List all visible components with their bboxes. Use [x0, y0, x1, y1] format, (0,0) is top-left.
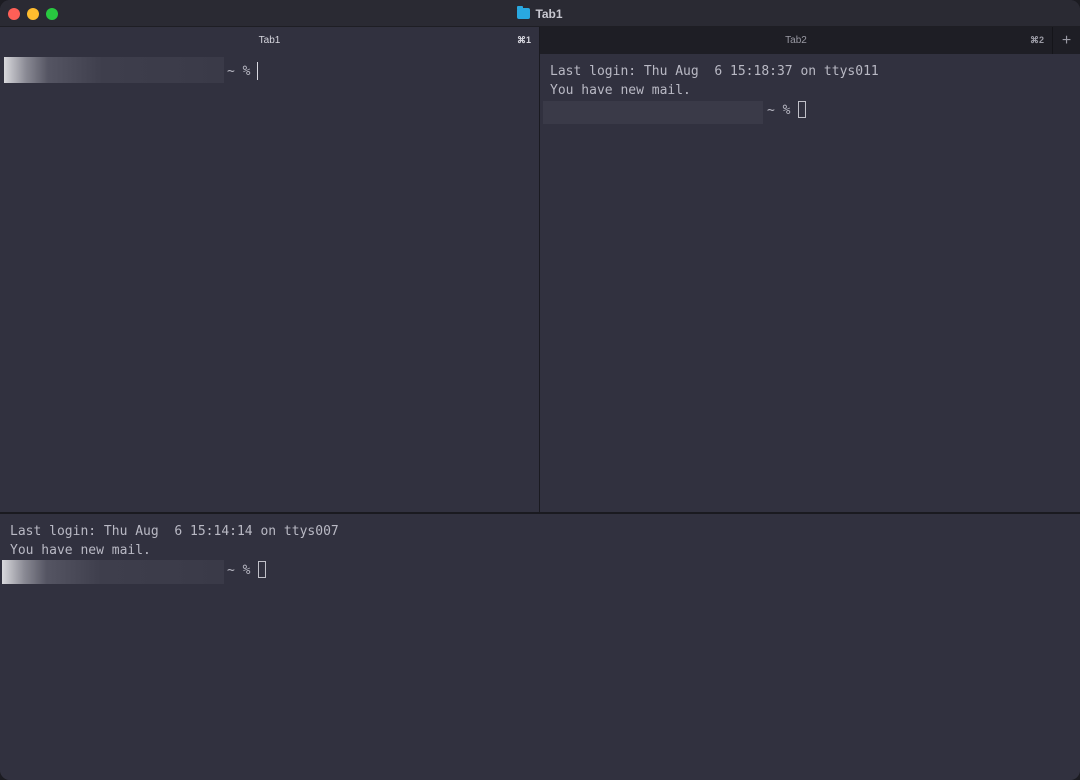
- output-line: Last login: Thu Aug 6 15:18:37 on ttys01…: [550, 64, 879, 79]
- output-line: Last login: Thu Aug 6 15:14:14 on ttys00…: [10, 524, 339, 539]
- terminal-window: Tab1 Tab1 ⌘1 Tab2 ⌘2 + ~ % Last login: T…: [0, 0, 1080, 780]
- redacted-username: [4, 57, 224, 83]
- output-line: You have new mail.: [550, 83, 691, 98]
- tab-2[interactable]: Tab2 ⌘2: [539, 27, 1052, 54]
- redacted-username: [543, 101, 763, 124]
- text-cursor: [257, 62, 258, 80]
- tab-2-shortcut: ⌘2: [1029, 35, 1044, 45]
- tab-1-shortcut: ⌘1: [516, 35, 531, 45]
- plus-icon: +: [1061, 31, 1072, 49]
- block-cursor: [798, 101, 806, 118]
- title-bar: Tab1: [0, 0, 1080, 27]
- tab-bar: Tab1 ⌘1 Tab2 ⌘2 +: [0, 27, 1080, 54]
- window-title-text: Tab1: [535, 6, 563, 21]
- shell-prompt: ~ %: [227, 563, 251, 578]
- redacted-username: [2, 560, 224, 584]
- window-title: Tab1: [0, 0, 1080, 27]
- shell-prompt: ~ %: [227, 64, 251, 79]
- terminal-pane-top-left[interactable]: ~ %: [0, 54, 539, 513]
- new-tab-button[interactable]: +: [1052, 27, 1080, 54]
- vertical-split-divider[interactable]: [539, 27, 540, 513]
- tab-2-label: Tab2: [785, 35, 807, 46]
- shell-prompt: ~ %: [767, 103, 791, 118]
- block-cursor: [258, 561, 266, 578]
- terminal-pane-top-right[interactable]: Last login: Thu Aug 6 15:18:37 on ttys01…: [540, 54, 1080, 513]
- folder-icon: [517, 6, 531, 19]
- tab-1[interactable]: Tab1 ⌘1: [0, 27, 539, 54]
- terminal-pane-bottom[interactable]: Last login: Thu Aug 6 15:14:14 on ttys00…: [0, 514, 1080, 780]
- output-line: You have new mail.: [10, 543, 151, 558]
- tab-1-label: Tab1: [258, 35, 281, 46]
